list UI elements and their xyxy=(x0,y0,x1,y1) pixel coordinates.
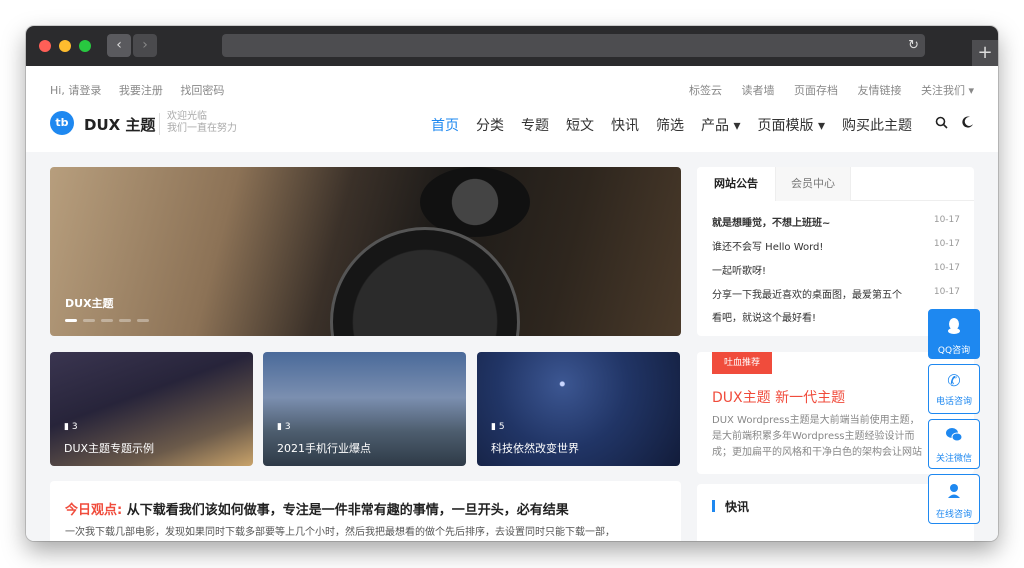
slider-dot[interactable] xyxy=(137,319,149,322)
browser-toolbar: ‹ › ↻ + xyxy=(26,26,998,66)
online-consult-label: 在线咨询 xyxy=(935,510,972,520)
nav-topics[interactable]: 专题 xyxy=(521,115,549,135)
qq-consult-label: QQ咨询 xyxy=(937,346,971,356)
flash-title: 快讯 xyxy=(725,500,750,514)
nav-category[interactable]: 分类 xyxy=(476,115,504,135)
topic-card[interactable]: ▮ 3 2021手机行业爆点 xyxy=(263,352,466,466)
slider-dot[interactable] xyxy=(65,319,77,322)
phone-consult-button[interactable]: ✆ 电话咨询 xyxy=(928,364,980,414)
notice-item[interactable]: 看吧，就说这个最好看! xyxy=(712,309,816,324)
slider-dot[interactable] xyxy=(119,319,131,322)
forward-button[interactable]: › xyxy=(133,34,157,57)
phone-icon: ✆ xyxy=(947,371,961,390)
recommend-title[interactable]: DUX主题 新一代主题 xyxy=(712,387,845,407)
post-count: ▮ 3 xyxy=(64,422,78,432)
qq-icon xyxy=(929,317,979,339)
nav-flash[interactable]: 快讯 xyxy=(611,115,639,135)
phone-consult-label: 电话咨询 xyxy=(935,397,972,407)
notice-date: 10-17 xyxy=(933,287,960,297)
search-icon[interactable] xyxy=(935,116,948,132)
main-nav: 首页 分类 专题 短文 快讯 筛选 产品 ▾ 页面模版 ▾ 购买此主题 xyxy=(431,115,912,135)
minimize-window-icon[interactable] xyxy=(59,40,71,52)
post-count-value: 3 xyxy=(284,422,291,432)
site-logo[interactable]: tb xyxy=(50,111,74,135)
site-slogan: 欢迎光临 我们一直在努力 xyxy=(167,111,237,135)
topic-card-title[interactable]: 2021手机行业爆点 xyxy=(277,440,371,456)
browser-window: ‹ › ↻ + Hi, 请登录 我要注册 找回密码 标签云 读者墙 页面存档 友… xyxy=(26,26,998,541)
opinion-excerpt: 一次我下载几部电影，发现如果同时下载多部要等上几个小时，然后我把最想看的做个先后… xyxy=(65,527,615,538)
recommend-desc: DUX Wordpress主题是大前端当前使用主题，是大前端积累多年Wordpr… xyxy=(712,415,922,458)
login-link[interactable]: Hi, 请登录 xyxy=(50,84,101,97)
web-page: Hi, 请登录 我要注册 找回密码 标签云 读者墙 页面存档 友情链接 关注我们… xyxy=(26,66,998,541)
moon-icon[interactable] xyxy=(962,116,974,131)
zoom-window-icon[interactable] xyxy=(79,40,91,52)
slider-dot[interactable] xyxy=(101,319,113,322)
notice-item[interactable]: 一起听歌呀! xyxy=(712,262,766,277)
friend-links-link[interactable]: 友情链接 xyxy=(857,84,901,97)
notice-item[interactable]: 谁还不会写 Hello Word! xyxy=(712,238,823,253)
notice-date: 10-17 xyxy=(933,239,960,249)
close-window-icon[interactable] xyxy=(39,40,51,52)
nav-templates[interactable]: 页面模版 ▾ xyxy=(758,115,825,135)
slider-dot[interactable] xyxy=(83,319,95,322)
site-name[interactable]: DUX 主题 xyxy=(84,114,155,135)
archive-link[interactable]: 页面存档 xyxy=(794,84,838,97)
hero-slider[interactable]: DUX主题 xyxy=(50,167,681,336)
topic-card[interactable]: ▮ 5 科技依然改变世界 xyxy=(477,352,680,466)
post-count: ▮ 3 xyxy=(277,422,291,432)
opinion-heading[interactable]: 今日观点: 从下载看我们该如何做事，专注是一件非常有趣的事情，一旦开头，必有结果 xyxy=(65,499,569,518)
topic-card-title[interactable]: 科技依然改变世界 xyxy=(491,440,579,456)
wechat-icon xyxy=(929,427,979,447)
opinion-label: 今日观点: xyxy=(65,503,123,518)
reload-icon[interactable]: ↻ xyxy=(908,34,919,57)
slider-dots xyxy=(65,319,149,322)
nav-filter[interactable]: 筛选 xyxy=(656,115,684,135)
site-links: 标签云 读者墙 页面存档 友情链接 关注我们 ▾ xyxy=(673,82,974,98)
follow-us-link[interactable]: 关注我们 ▾ xyxy=(921,84,974,97)
notice-date: 10-17 xyxy=(933,215,960,225)
slogan-line-1: 欢迎光临 xyxy=(167,111,207,122)
qq-consult-button[interactable]: QQ咨询 xyxy=(928,309,980,359)
tag-cloud-link[interactable]: 标签云 xyxy=(689,84,722,97)
new-tab-button[interactable]: + xyxy=(972,40,998,66)
camera-lens-shape xyxy=(420,167,530,237)
nav-home[interactable]: 首页 xyxy=(431,115,459,135)
nav-short-posts[interactable]: 短文 xyxy=(566,115,594,135)
address-bar[interactable]: ↻ xyxy=(222,34,925,57)
post-count-value: 5 xyxy=(498,422,505,432)
topic-card[interactable]: ▮ 3 DUX主题专题示例 xyxy=(50,352,253,466)
site-header: Hi, 请登录 我要注册 找回密码 标签云 读者墙 页面存档 友情链接 关注我们… xyxy=(26,66,998,152)
headset-icon xyxy=(929,482,979,503)
camera-dial-shape xyxy=(330,227,520,336)
divider xyxy=(159,113,160,135)
forgot-password-link[interactable]: 找回密码 xyxy=(180,84,224,97)
post-count-value: 3 xyxy=(71,422,78,432)
notice-item[interactable]: 就是想睡觉，不想上班班~ xyxy=(712,214,830,229)
notice-item[interactable]: 分享一下我最近喜欢的桌面图，最爱第五个 xyxy=(712,286,902,301)
register-link[interactable]: 我要注册 xyxy=(119,84,163,97)
recommend-tag: 吐血推荐 xyxy=(712,352,772,374)
slogan-line-2: 我们一直在努力 xyxy=(167,123,237,134)
back-button[interactable]: ‹ xyxy=(107,34,131,57)
nav-products[interactable]: 产品 ▾ xyxy=(701,115,740,135)
post-count: ▮ 5 xyxy=(491,422,505,432)
tab-notice[interactable]: 网站公告 xyxy=(697,167,775,201)
notice-tabs: 网站公告 会员中心 xyxy=(697,167,974,201)
wechat-follow-button[interactable]: 关注微信 xyxy=(928,419,980,469)
slider-caption[interactable]: DUX主题 xyxy=(65,295,114,311)
notice-date: 10-17 xyxy=(933,263,960,273)
opinion-title[interactable]: 从下载看我们该如何做事，专注是一件非常有趣的事情，一旦开头，必有结果 xyxy=(127,503,569,518)
featured-opinion: 今日观点: 从下载看我们该如何做事，专注是一件非常有趣的事情，一旦开头，必有结果… xyxy=(50,481,681,541)
nav-buy[interactable]: 购买此主题 xyxy=(842,115,912,135)
topic-card-title[interactable]: DUX主题专题示例 xyxy=(64,440,154,456)
readers-wall-link[interactable]: 读者墙 xyxy=(741,84,774,97)
tab-member-center[interactable]: 会员中心 xyxy=(775,167,851,201)
flash-marker xyxy=(712,500,715,512)
online-consult-button[interactable]: 在线咨询 xyxy=(928,474,980,524)
wechat-follow-label: 关注微信 xyxy=(935,454,972,464)
account-links: Hi, 请登录 我要注册 找回密码 xyxy=(50,82,238,98)
